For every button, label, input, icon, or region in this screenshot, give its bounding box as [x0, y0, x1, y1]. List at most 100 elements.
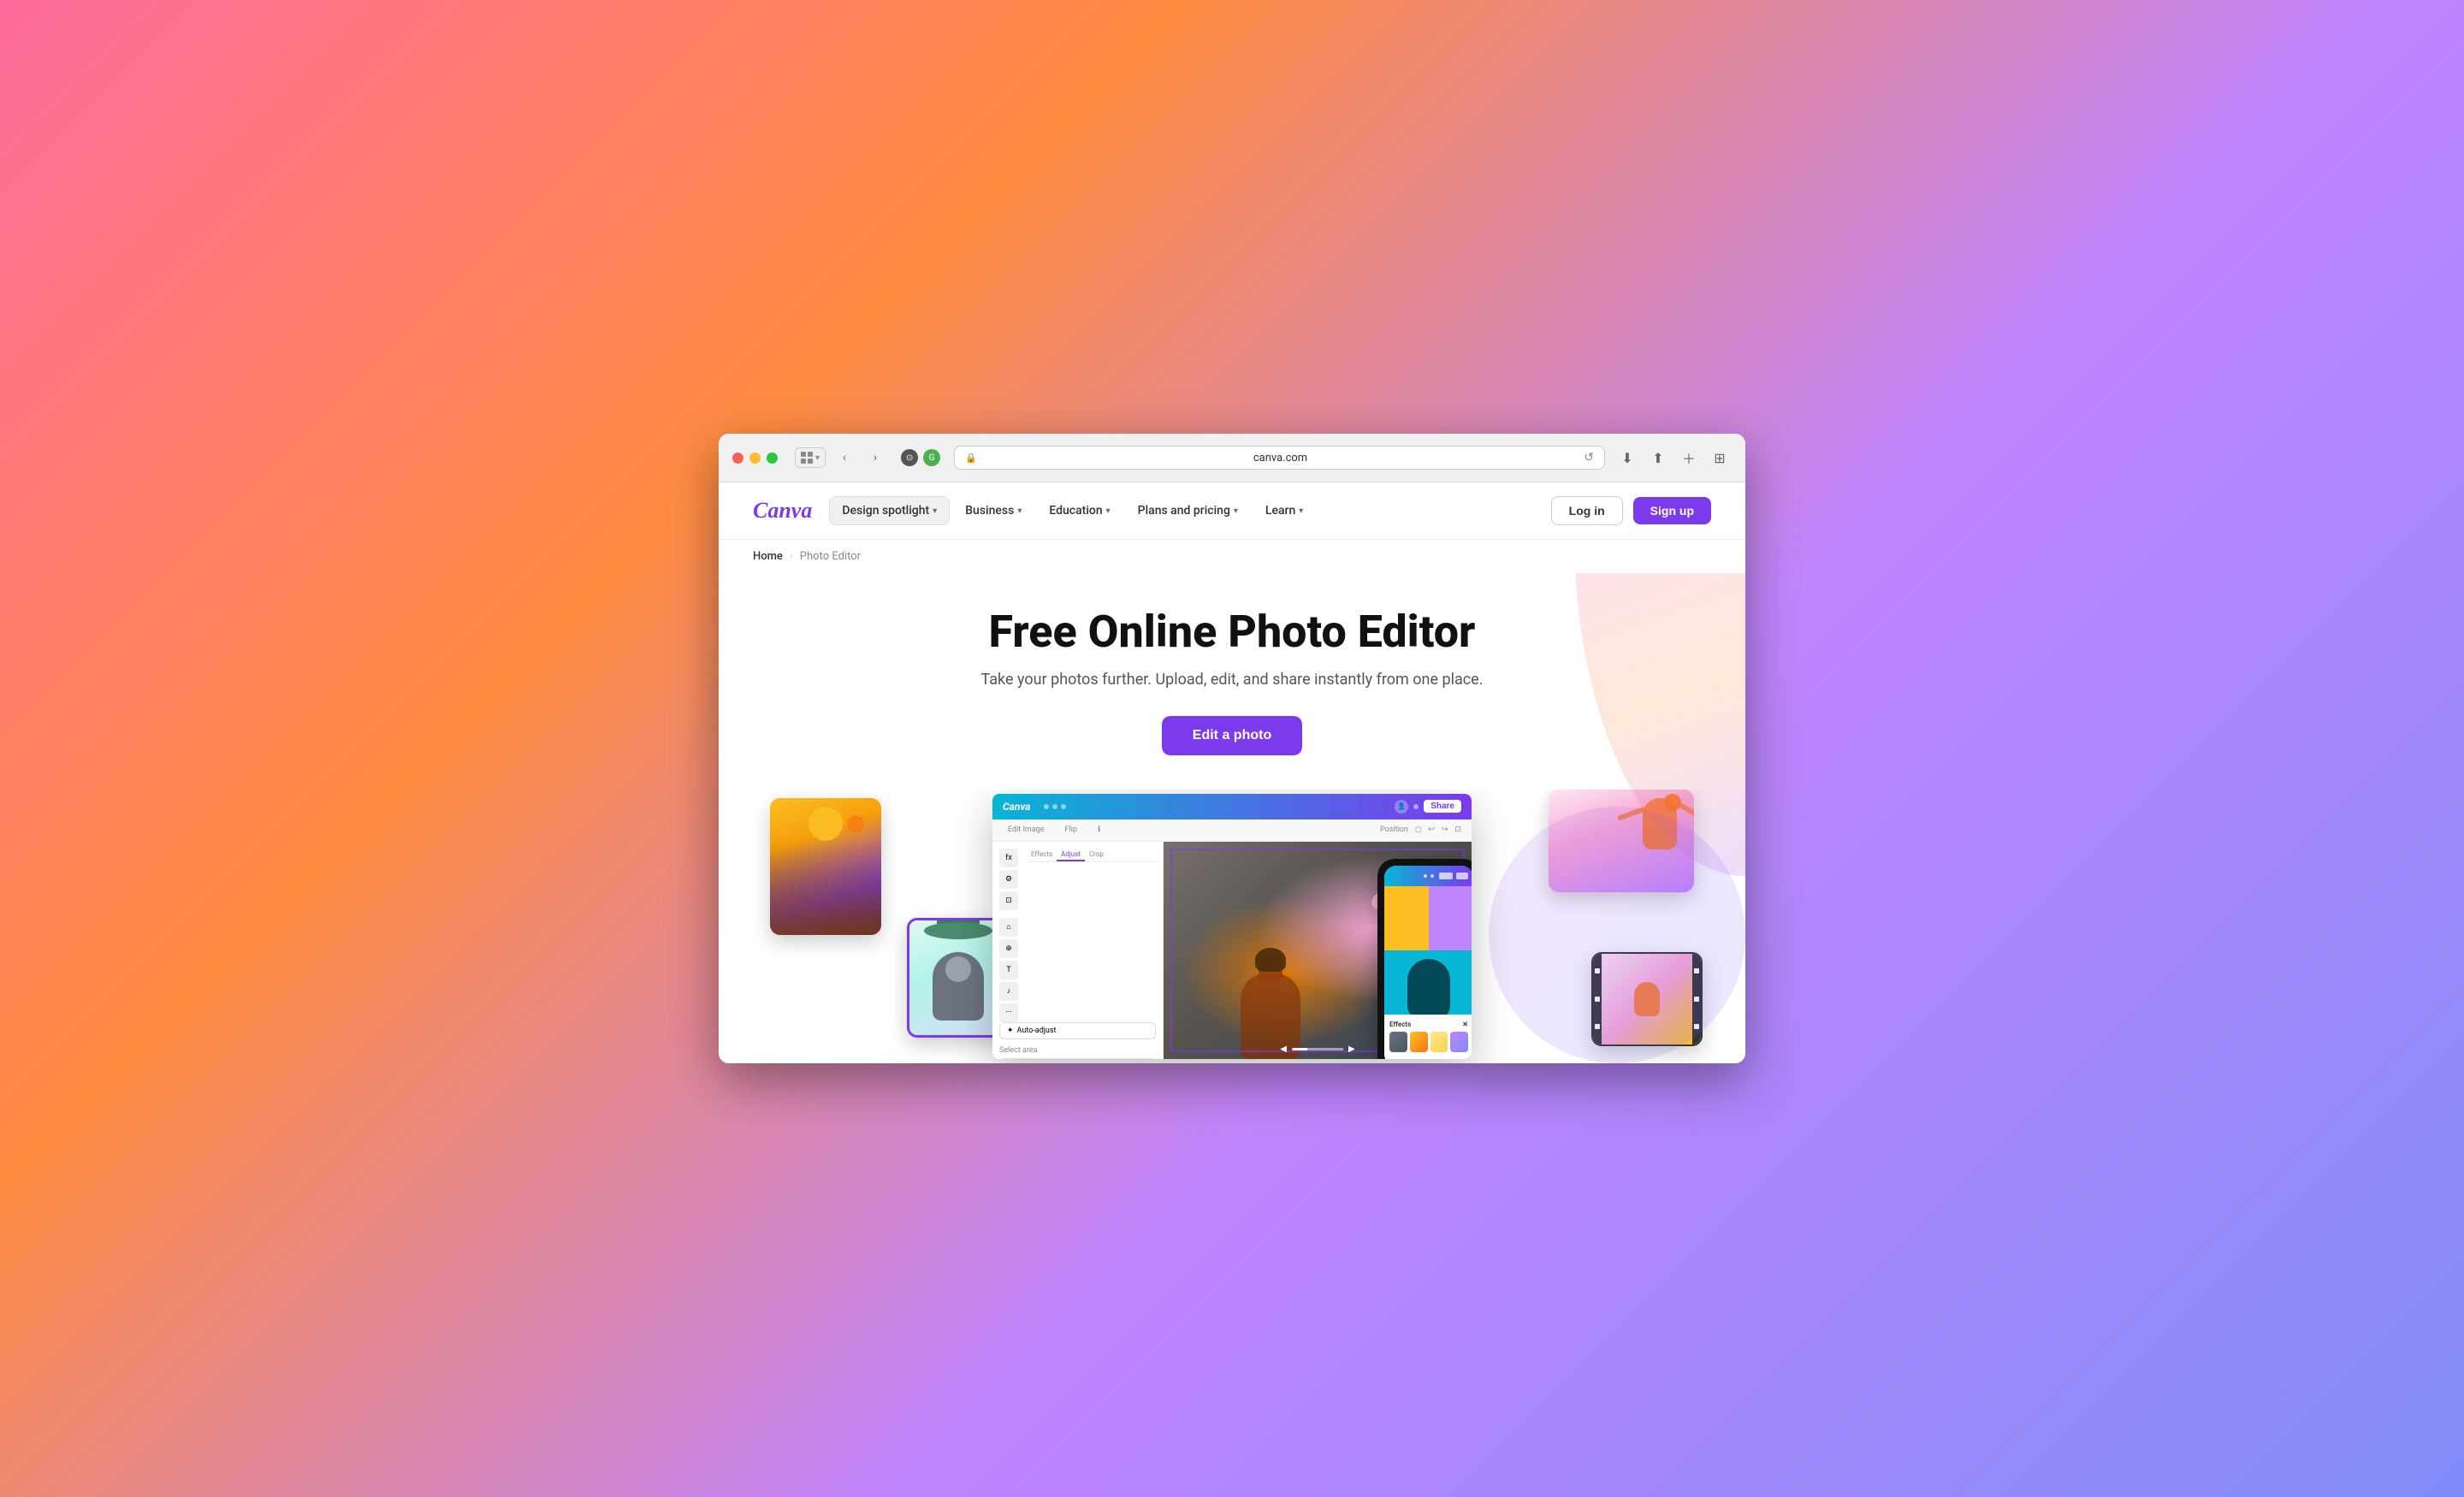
- nav-prev-icon[interactable]: ◀: [1280, 1044, 1287, 1054]
- adjust-icon[interactable]: ⚙: [999, 870, 1018, 889]
- editor-toolbar-row: Edit Image Flip ℹ Position ◻ ↩ ↪ ⊡: [992, 820, 1472, 842]
- adjust-tab[interactable]: Adjust: [1057, 849, 1085, 861]
- select-area-label: Select area: [999, 1046, 1156, 1055]
- mobile-effects-panel: Effects ✕: [1384, 1015, 1472, 1059]
- breadcrumb-separator: ›: [790, 550, 793, 563]
- chevron-down-icon: ▾: [1299, 506, 1303, 516]
- editor-body: fx ⚙ ⊡ ⌂ ⊕ T ♪ ···: [992, 842, 1472, 1059]
- arrange-icon[interactable]: ◻: [1415, 825, 1421, 834]
- editor-share-button[interactable]: Share: [1424, 800, 1461, 813]
- hero-section: Free Online Photo Editor Take your photo…: [719, 573, 1745, 789]
- auto-adjust-label: Auto-adjust: [1017, 1027, 1057, 1035]
- chevron-down-icon: ▾: [1234, 506, 1238, 516]
- fx-icon[interactable]: fx: [999, 849, 1018, 867]
- edit-photo-button[interactable]: Edit a photo: [1162, 716, 1302, 755]
- undo-icon[interactable]: ↩: [1428, 825, 1435, 834]
- music-icon[interactable]: ♪: [999, 982, 1018, 1001]
- effect-thumb-1[interactable]: [1389, 1032, 1407, 1052]
- select-area-section: Select area Whole image ▾: [999, 1046, 1156, 1059]
- login-button[interactable]: Log in: [1551, 496, 1623, 525]
- hero-subtitle: Take your photos further. Upload, edit, …: [753, 671, 1711, 689]
- reload-button[interactable]: ↺: [1584, 451, 1594, 464]
- traffic-lights: [732, 453, 778, 464]
- tab-edit-image[interactable]: Edit Image: [1003, 824, 1050, 836]
- sidebar-icon-buttons: fx ⚙ ⊡ ⌂ ⊕ T ♪ ···: [999, 849, 1022, 1022]
- editor-canvas: ◀ ▶: [1164, 842, 1472, 1059]
- plus-icon: [1413, 804, 1419, 809]
- forward-button[interactable]: ›: [863, 446, 887, 470]
- breadcrumb-home[interactable]: Home: [753, 550, 783, 563]
- nav-education-label: Education: [1049, 504, 1102, 518]
- nav-business[interactable]: Business ▾: [953, 497, 1034, 524]
- download-icon[interactable]: ⬇: [1615, 446, 1639, 470]
- sidebar-toggle[interactable]: ▾: [795, 447, 826, 468]
- floating-photo-1: [770, 798, 881, 935]
- address-bar[interactable]: 🔒 canva.com ↺: [954, 446, 1605, 470]
- mobile-content: [1384, 886, 1472, 1015]
- back-button[interactable]: ‹: [832, 446, 856, 470]
- signup-button[interactable]: Sign up: [1633, 497, 1711, 524]
- crop-tab[interactable]: Crop: [1085, 849, 1108, 861]
- redo-icon[interactable]: ↪: [1442, 825, 1448, 834]
- editor-sidebar: fx ⚙ ⊡ ⌂ ⊕ T ♪ ···: [992, 842, 1164, 1059]
- nav-plans-label: Plans and pricing: [1138, 504, 1230, 518]
- effects-tab[interactable]: Effects: [1027, 849, 1057, 861]
- auto-adjust-button[interactable]: ✦ Auto-adjust: [999, 1022, 1156, 1039]
- nav-items: Design spotlight ▾ Business ▾ Education …: [829, 496, 1550, 525]
- user-avatar: 👤: [1395, 800, 1408, 814]
- crop-icon[interactable]: ⊡: [999, 891, 1018, 910]
- browser-actions: ⬇ ⬆ ＋ ⊞: [1615, 446, 1732, 470]
- website-content: Canva Design spotlight ▾ Business ▾ Educ…: [719, 482, 1745, 1062]
- canva-logo[interactable]: Canva: [753, 498, 812, 524]
- canvas-nav: ◀ ▶: [1280, 1044, 1354, 1054]
- select-area-dropdown[interactable]: Whole image ▾: [999, 1058, 1156, 1059]
- mobile-topbar: [1384, 866, 1472, 886]
- more-icon[interactable]: ···: [999, 1003, 1018, 1022]
- editor-preview-area: Canva 👤 Share Edit Image Flip: [719, 790, 1745, 1063]
- nav-next-icon[interactable]: ▶: [1348, 1044, 1355, 1054]
- effect-thumb-2[interactable]: [1410, 1032, 1428, 1052]
- maximize-button[interactable]: [767, 453, 778, 464]
- browser-window: ▾ ‹ › ⊙ G 🔒 canva.com ↺ ⬇ ⬆ ＋ ⊞ Canva: [719, 434, 1745, 1062]
- delete-icon[interactable]: ⊡: [1454, 825, 1461, 834]
- breadcrumb: Home › Photo Editor: [719, 540, 1745, 573]
- effects-thumbnails: [1389, 1032, 1468, 1052]
- chevron-down-icon: ▾: [933, 506, 937, 516]
- sparkle-icon: ✦: [1007, 1027, 1014, 1035]
- hero-title: Free Online Photo Editor: [753, 607, 1711, 656]
- nav-learn[interactable]: Learn ▾: [1253, 497, 1315, 524]
- nav-business-label: Business: [965, 504, 1014, 518]
- effects-title: Effects: [1389, 1021, 1411, 1028]
- text-icon[interactable]: T: [999, 961, 1018, 979]
- effect-thumb-4[interactable]: [1450, 1032, 1468, 1052]
- extension-icon: G: [923, 449, 940, 466]
- floating-photo-3: [1549, 790, 1694, 892]
- sidebar-tabs: Effects Adjust Crop: [1027, 849, 1156, 862]
- chevron-down-icon: ▾: [1017, 506, 1022, 516]
- browser-titlebar: ▾ ‹ › ⊙ G 🔒 canva.com ↺ ⬇ ⬆ ＋ ⊞: [719, 434, 1745, 482]
- editor-topbar-actions: 👤 Share: [1395, 800, 1461, 814]
- grid-icon[interactable]: ⊞: [1708, 446, 1732, 470]
- close-button[interactable]: [732, 453, 743, 464]
- navbar: Canva Design spotlight ▾ Business ▾ Educ…: [719, 482, 1745, 540]
- nav-design-spotlight[interactable]: Design spotlight ▾: [829, 496, 950, 525]
- people-icon[interactable]: ⊕: [999, 939, 1018, 958]
- close-icon[interactable]: ✕: [1462, 1021, 1468, 1028]
- chevron-down-icon: ▾: [1106, 506, 1111, 516]
- adjustment-panel: Effects Adjust Crop ✦ Auto-adjust Select…: [999, 849, 1156, 1059]
- floating-photo-4: [1591, 952, 1703, 1046]
- share-icon[interactable]: ⬆: [1646, 446, 1670, 470]
- tab-info[interactable]: ℹ: [1093, 824, 1105, 836]
- url-text: canva.com: [984, 452, 1578, 464]
- new-tab-icon[interactable]: ＋: [1677, 446, 1701, 470]
- nav-education[interactable]: Education ▾: [1037, 497, 1122, 524]
- tab-flip[interactable]: Flip: [1060, 824, 1082, 836]
- home-icon[interactable]: ⌂: [999, 918, 1018, 937]
- browser-controls: ▾ ‹ ›: [795, 446, 887, 470]
- editor-mockup: Canva 👤 Share Edit Image Flip: [992, 794, 1472, 1059]
- effects-label: Effects ✕: [1389, 1021, 1468, 1028]
- effect-thumb-3[interactable]: [1430, 1032, 1448, 1052]
- minimize-button[interactable]: [749, 453, 761, 464]
- toolbar-right-actions: Position ◻ ↩ ↪ ⊡: [1380, 825, 1461, 834]
- nav-plans[interactable]: Plans and pricing ▾: [1126, 497, 1250, 524]
